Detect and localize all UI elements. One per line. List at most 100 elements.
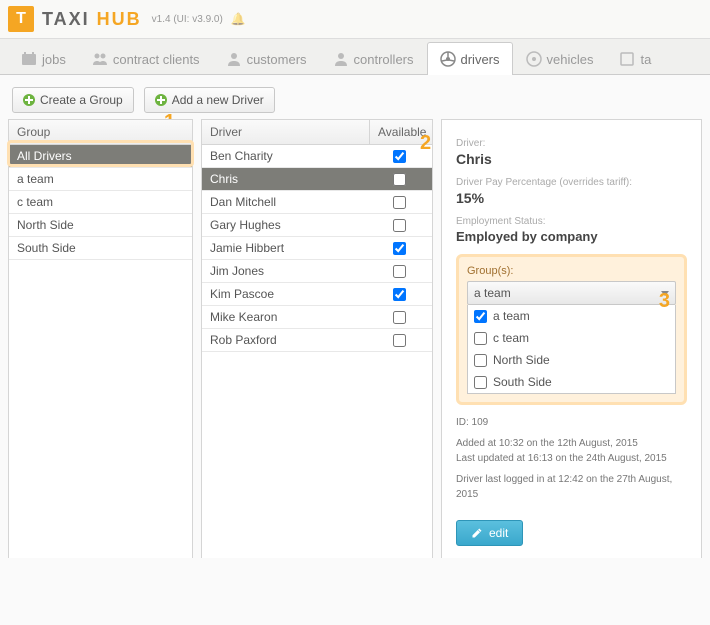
driver-row[interactable]: Dan Mitchell bbox=[202, 191, 432, 214]
employment-value: Employed by company bbox=[456, 229, 687, 244]
group-option[interactable]: North Side bbox=[468, 349, 675, 371]
group-option-checkbox[interactable] bbox=[474, 376, 487, 389]
bell-icon[interactable]: 🔔 bbox=[231, 12, 246, 26]
available-checkbox[interactable] bbox=[393, 150, 406, 163]
annotation-3: 3 bbox=[659, 290, 670, 313]
create-group-button[interactable]: Create a Group bbox=[12, 87, 134, 113]
driver-row[interactable]: Rob Paxford bbox=[202, 329, 432, 352]
driver-name: Chris bbox=[210, 172, 374, 186]
available-cell bbox=[374, 196, 424, 209]
available-checkbox[interactable] bbox=[393, 311, 406, 324]
added-line: Added at 10:32 on the 12th August, 2015 bbox=[456, 438, 638, 449]
driver-row[interactable]: Mike Kearon bbox=[202, 306, 432, 329]
tab-ta[interactable]: ta bbox=[606, 42, 664, 75]
group-option-checkbox[interactable] bbox=[474, 354, 487, 367]
driver-name: Mike Kearon bbox=[210, 310, 374, 324]
available-cell bbox=[374, 311, 424, 324]
group-option-label: a team bbox=[493, 309, 530, 323]
logo-square: T bbox=[8, 6, 34, 32]
login-line: Driver last logged in at 12:42 on the 27… bbox=[456, 472, 687, 502]
group-row[interactable]: South Side bbox=[9, 237, 192, 260]
drivers-header-name: Driver bbox=[202, 120, 370, 145]
updated-line: Last updated at 16:13 on the 24th August… bbox=[456, 453, 667, 464]
edit-icon bbox=[471, 527, 483, 539]
driver-name: Jamie Hibbert bbox=[210, 241, 374, 255]
available-checkbox[interactable] bbox=[393, 173, 406, 186]
group-row[interactable]: North Side bbox=[9, 214, 192, 237]
brand-text: TAXI HUB bbox=[42, 9, 142, 30]
create-group-label: Create a Group bbox=[40, 93, 123, 107]
driver-row[interactable]: Kim Pascoe bbox=[202, 283, 432, 306]
tab-jobs[interactable]: jobs bbox=[8, 42, 79, 75]
group-option[interactable]: South Side bbox=[468, 371, 675, 393]
driver-name: Gary Hughes bbox=[210, 218, 374, 232]
group-option-checkbox[interactable] bbox=[474, 310, 487, 323]
drivers-panel: Driver Available Ben CharityChrisDan Mit… bbox=[201, 119, 433, 558]
plus-icon bbox=[155, 94, 167, 106]
group-row[interactable]: All Drivers bbox=[9, 145, 192, 168]
groups-assignment-box: Group(s): a team a team c team North Side S… bbox=[456, 254, 687, 405]
groups-dropdown-list: a team c team North Side South Side bbox=[467, 305, 676, 394]
tab-drivers[interactable]: drivers bbox=[427, 42, 513, 75]
available-cell bbox=[374, 173, 424, 186]
available-checkbox[interactable] bbox=[393, 242, 406, 255]
groups-dropdown-value: a team bbox=[474, 286, 511, 300]
group-option-label: c team bbox=[493, 331, 529, 345]
group-option-label: South Side bbox=[493, 375, 552, 389]
edit-button[interactable]: edit bbox=[456, 520, 523, 546]
tab-controllers[interactable]: controllers bbox=[320, 42, 427, 75]
add-driver-label: Add a new Driver bbox=[172, 93, 264, 107]
add-driver-button[interactable]: Add a new Driver bbox=[144, 87, 275, 113]
brand-part-a: TAXI bbox=[42, 9, 97, 29]
available-cell bbox=[374, 219, 424, 232]
driver-row[interactable]: Jim Jones bbox=[202, 260, 432, 283]
available-cell bbox=[374, 288, 424, 301]
driver-name: Ben Charity bbox=[210, 149, 374, 163]
available-cell bbox=[374, 265, 424, 278]
groups-header: Group bbox=[9, 120, 192, 145]
tab-customers[interactable]: customers bbox=[213, 42, 320, 75]
driver-row[interactable]: Ben Charity bbox=[202, 145, 432, 168]
metadata-block: ID: 109 Added at 10:32 on the 12th Augus… bbox=[456, 415, 687, 502]
driver-row[interactable]: Gary Hughes bbox=[202, 214, 432, 237]
brand-part-b: HUB bbox=[97, 9, 142, 29]
driver-row[interactable]: Jamie Hibbert bbox=[202, 237, 432, 260]
group-row[interactable]: a team bbox=[9, 168, 192, 191]
available-cell bbox=[374, 242, 424, 255]
annotation-2: 2 bbox=[420, 132, 431, 155]
groups-dropdown[interactable]: a team bbox=[467, 281, 676, 305]
toolbar: Create a Group Add a new Driver 1 bbox=[0, 75, 710, 119]
group-option-checkbox[interactable] bbox=[474, 332, 487, 345]
version-text: v1.4 (UI: v3.9.0) bbox=[152, 14, 223, 25]
content-columns: Group All Driversa teamc teamNorth SideS… bbox=[0, 119, 710, 558]
group-option[interactable]: c team bbox=[468, 327, 675, 349]
group-row[interactable]: c team bbox=[9, 191, 192, 214]
detail-panel: Driver: Chris Driver Pay Percentage (ove… bbox=[441, 119, 702, 558]
tab-vehicles[interactable]: vehicles bbox=[513, 42, 607, 75]
available-checkbox[interactable] bbox=[393, 196, 406, 209]
available-checkbox[interactable] bbox=[393, 288, 406, 301]
group-option[interactable]: a team bbox=[468, 305, 675, 327]
driver-name: Dan Mitchell bbox=[210, 195, 374, 209]
edit-label: edit bbox=[489, 526, 508, 540]
driver-row[interactable]: Chris bbox=[202, 168, 432, 191]
plus-icon bbox=[23, 94, 35, 106]
available-checkbox[interactable] bbox=[393, 334, 406, 347]
app-header: T TAXI HUB v1.4 (UI: v3.9.0) 🔔 bbox=[0, 0, 710, 39]
driver-name-value: Chris bbox=[456, 151, 687, 167]
employment-label: Employment Status: bbox=[456, 216, 687, 227]
pay-value: 15% bbox=[456, 190, 687, 206]
main-tabs: jobscontract clientscustomerscontrollers… bbox=[0, 39, 710, 75]
group-option-label: North Side bbox=[493, 353, 550, 367]
groups-field-label: Group(s): bbox=[467, 265, 676, 277]
available-cell bbox=[374, 150, 424, 163]
groups-panel: Group All Driversa teamc teamNorth SideS… bbox=[8, 119, 193, 558]
available-checkbox[interactable] bbox=[393, 265, 406, 278]
driver-name: Rob Paxford bbox=[210, 333, 374, 347]
driver-name: Kim Pascoe bbox=[210, 287, 374, 301]
available-cell bbox=[374, 334, 424, 347]
pay-label: Driver Pay Percentage (overrides tariff)… bbox=[456, 177, 687, 188]
tab-contract-clients[interactable]: contract clients bbox=[79, 42, 213, 75]
driver-name: Jim Jones bbox=[210, 264, 374, 278]
available-checkbox[interactable] bbox=[393, 219, 406, 232]
